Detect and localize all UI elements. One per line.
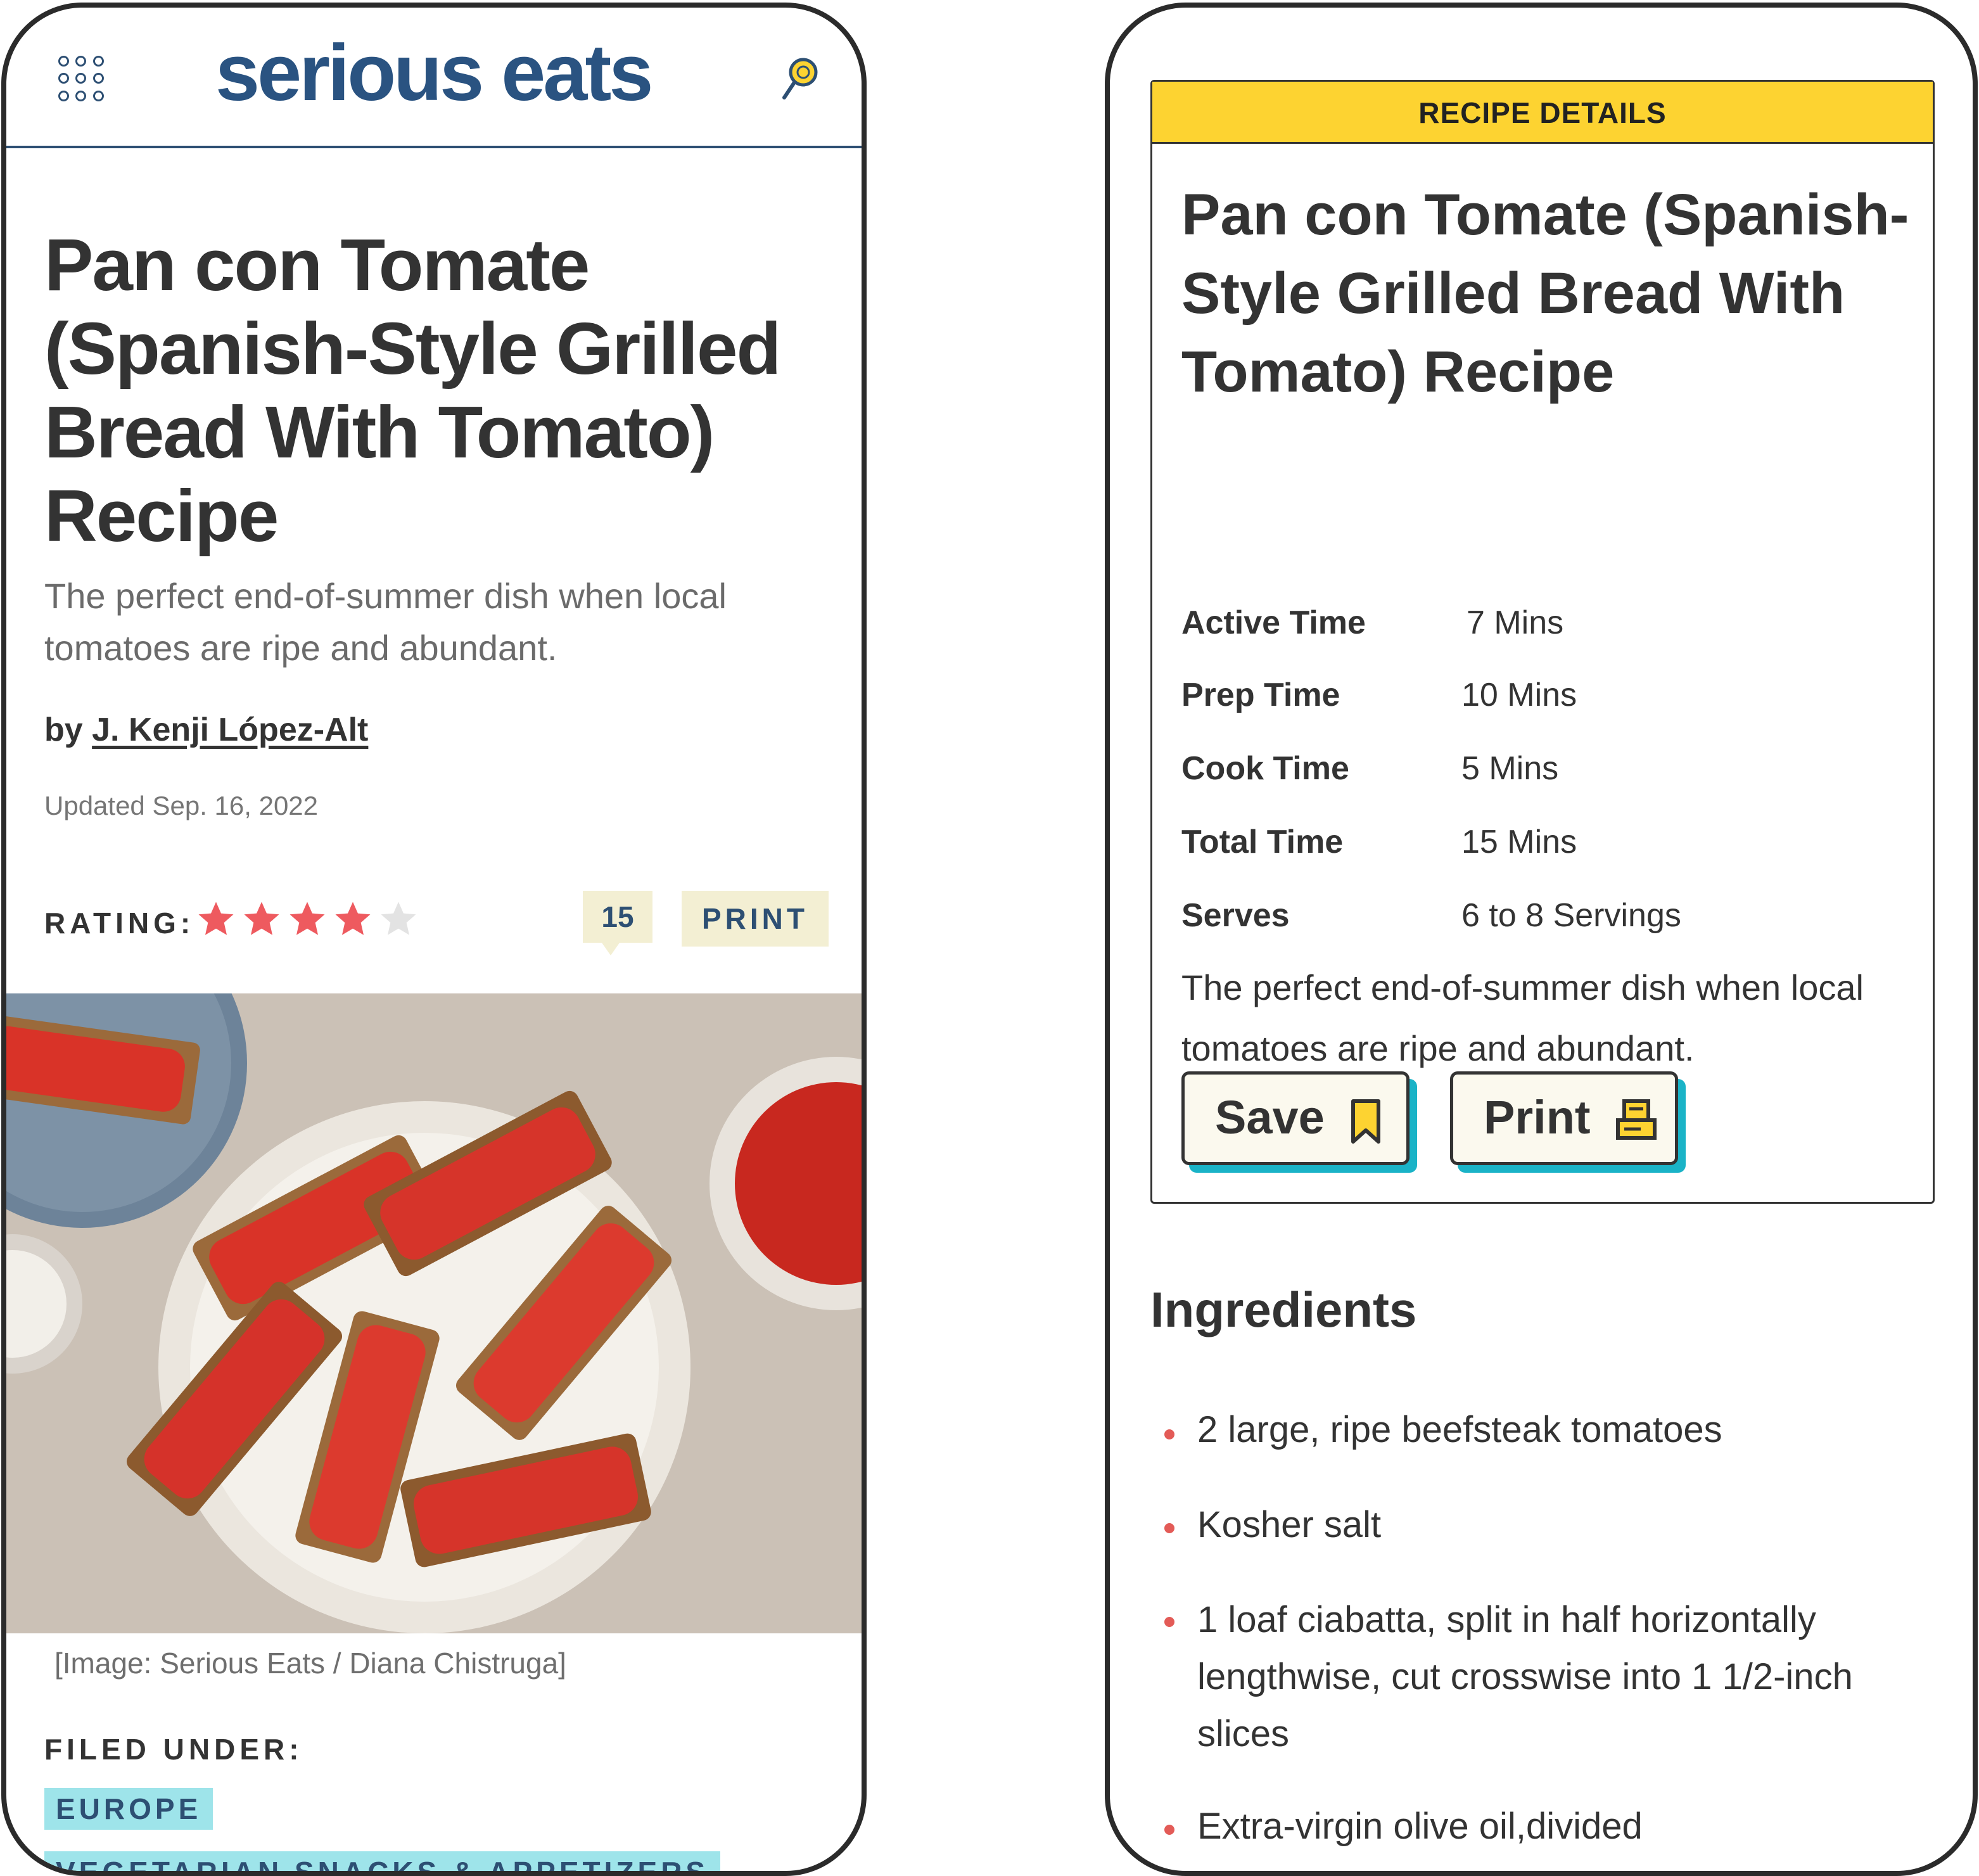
photo-caption: [Image: Serious Eats / Diana Chistruga] [54, 1647, 566, 1680]
bookmark-icon [1351, 1099, 1380, 1144]
bullet-icon [1164, 1429, 1174, 1439]
recipe-title: Pan con Tomate (Spanish-Style Grilled Br… [1181, 182, 1909, 404]
star-filled-icon[interactable] [241, 898, 283, 940]
site-logo[interactable]: serious eats [215, 33, 653, 113]
print-recipe-button[interactable]: Print [1450, 1071, 1678, 1165]
meta-row-active-time: Active Time 7 Mins [1181, 597, 1910, 648]
star-filled-icon[interactable] [286, 898, 328, 940]
ingredient-item: Kosher salt [1197, 1504, 1382, 1545]
meta-value: 10 Mins [1461, 677, 1577, 713]
star-rating[interactable] [195, 898, 419, 940]
tag-europe[interactable]: EUROPE [44, 1788, 213, 1830]
filed-under-label: FILED UNDER: [44, 1733, 303, 1766]
phone-screen-article: serious eats Pan con Tomate (Spanish-Sty… [1, 3, 867, 1876]
star-filled-icon[interactable] [332, 898, 374, 940]
star-empty-icon[interactable] [378, 898, 419, 940]
bullet-icon [1164, 1825, 1174, 1835]
meta-row-total-time: Total Time 15 Mins [1181, 817, 1910, 867]
meta-row-serves: Serves 6 to 8 Servings [1181, 890, 1910, 941]
meta-row-cook-time: Cook Time 5 Mins [1181, 743, 1910, 794]
meta-label: Active Time [1181, 604, 1366, 641]
bullet-icon [1164, 1523, 1174, 1533]
site-header: serious eats [6, 8, 862, 148]
meta-label: Prep Time [1181, 677, 1340, 713]
byline: by J. Kenji López-Alt [44, 711, 368, 749]
ingredient-item: 2 large, ripe beefsteak tomatoes [1197, 1409, 1722, 1450]
save-button[interactable]: Save [1181, 1071, 1409, 1165]
comment-count-badge[interactable]: 15 [583, 891, 652, 955]
search-icon[interactable] [779, 53, 824, 110]
ingredients-heading: Ingredients [1150, 1282, 1417, 1337]
print-button[interactable]: PRINT [682, 891, 829, 947]
meta-label: Total Time [1181, 824, 1344, 860]
tag-vegetarian-snacks[interactable]: VEGETARIAN SNACKS & APPETIZERS [44, 1851, 721, 1871]
printer-icon [1616, 1099, 1657, 1140]
meta-label: Cook Time [1181, 750, 1349, 787]
article-title: Pan con Tomate (Spanish-Style Grilled Br… [44, 224, 781, 557]
star-filled-icon[interactable] [195, 898, 237, 940]
author-link[interactable]: J. Kenji López-Alt [92, 711, 368, 748]
updated-date: Updated Sep. 16, 2022 [44, 791, 319, 820]
save-button-label: Save [1215, 1091, 1325, 1144]
meta-label: Serves [1181, 897, 1290, 934]
phone-screen-recipe-card: RECIPE DETAILS Pan con Tomate (Spanish-S… [1105, 3, 1978, 1876]
bullet-icon [1164, 1617, 1174, 1627]
article-subtitle: The perfect end-of-summer dish when loca… [44, 576, 727, 668]
ingredient-item: 1 loaf ciabatta, split in half horizonta… [1197, 1599, 1853, 1754]
recipe-details-header: RECIPE DETAILS [1152, 82, 1933, 144]
meta-value: 7 Mins [1467, 604, 1564, 641]
meta-value: 15 Mins [1461, 824, 1577, 860]
grid-menu-icon[interactable] [58, 56, 105, 103]
recipe-description: The perfect end-of-summer dish when loca… [1181, 967, 1864, 1068]
ingredient-item: Extra-virgin olive oil,divided [1197, 1806, 1643, 1847]
rating-label: RATING: [44, 907, 195, 940]
recipe-details-card: RECIPE DETAILS Pan con Tomate (Spanish-S… [1150, 80, 1935, 1204]
pan-con-tomate-photo [6, 993, 862, 1633]
byline-prefix: by [44, 711, 92, 748]
meta-row-prep-time: Prep Time 10 Mins [1181, 670, 1910, 720]
recipe-photo [6, 993, 862, 1633]
meta-value: 6 to 8 Servings [1461, 897, 1681, 934]
meta-value: 5 Mins [1461, 750, 1559, 787]
print-button-label: Print [1484, 1091, 1591, 1144]
